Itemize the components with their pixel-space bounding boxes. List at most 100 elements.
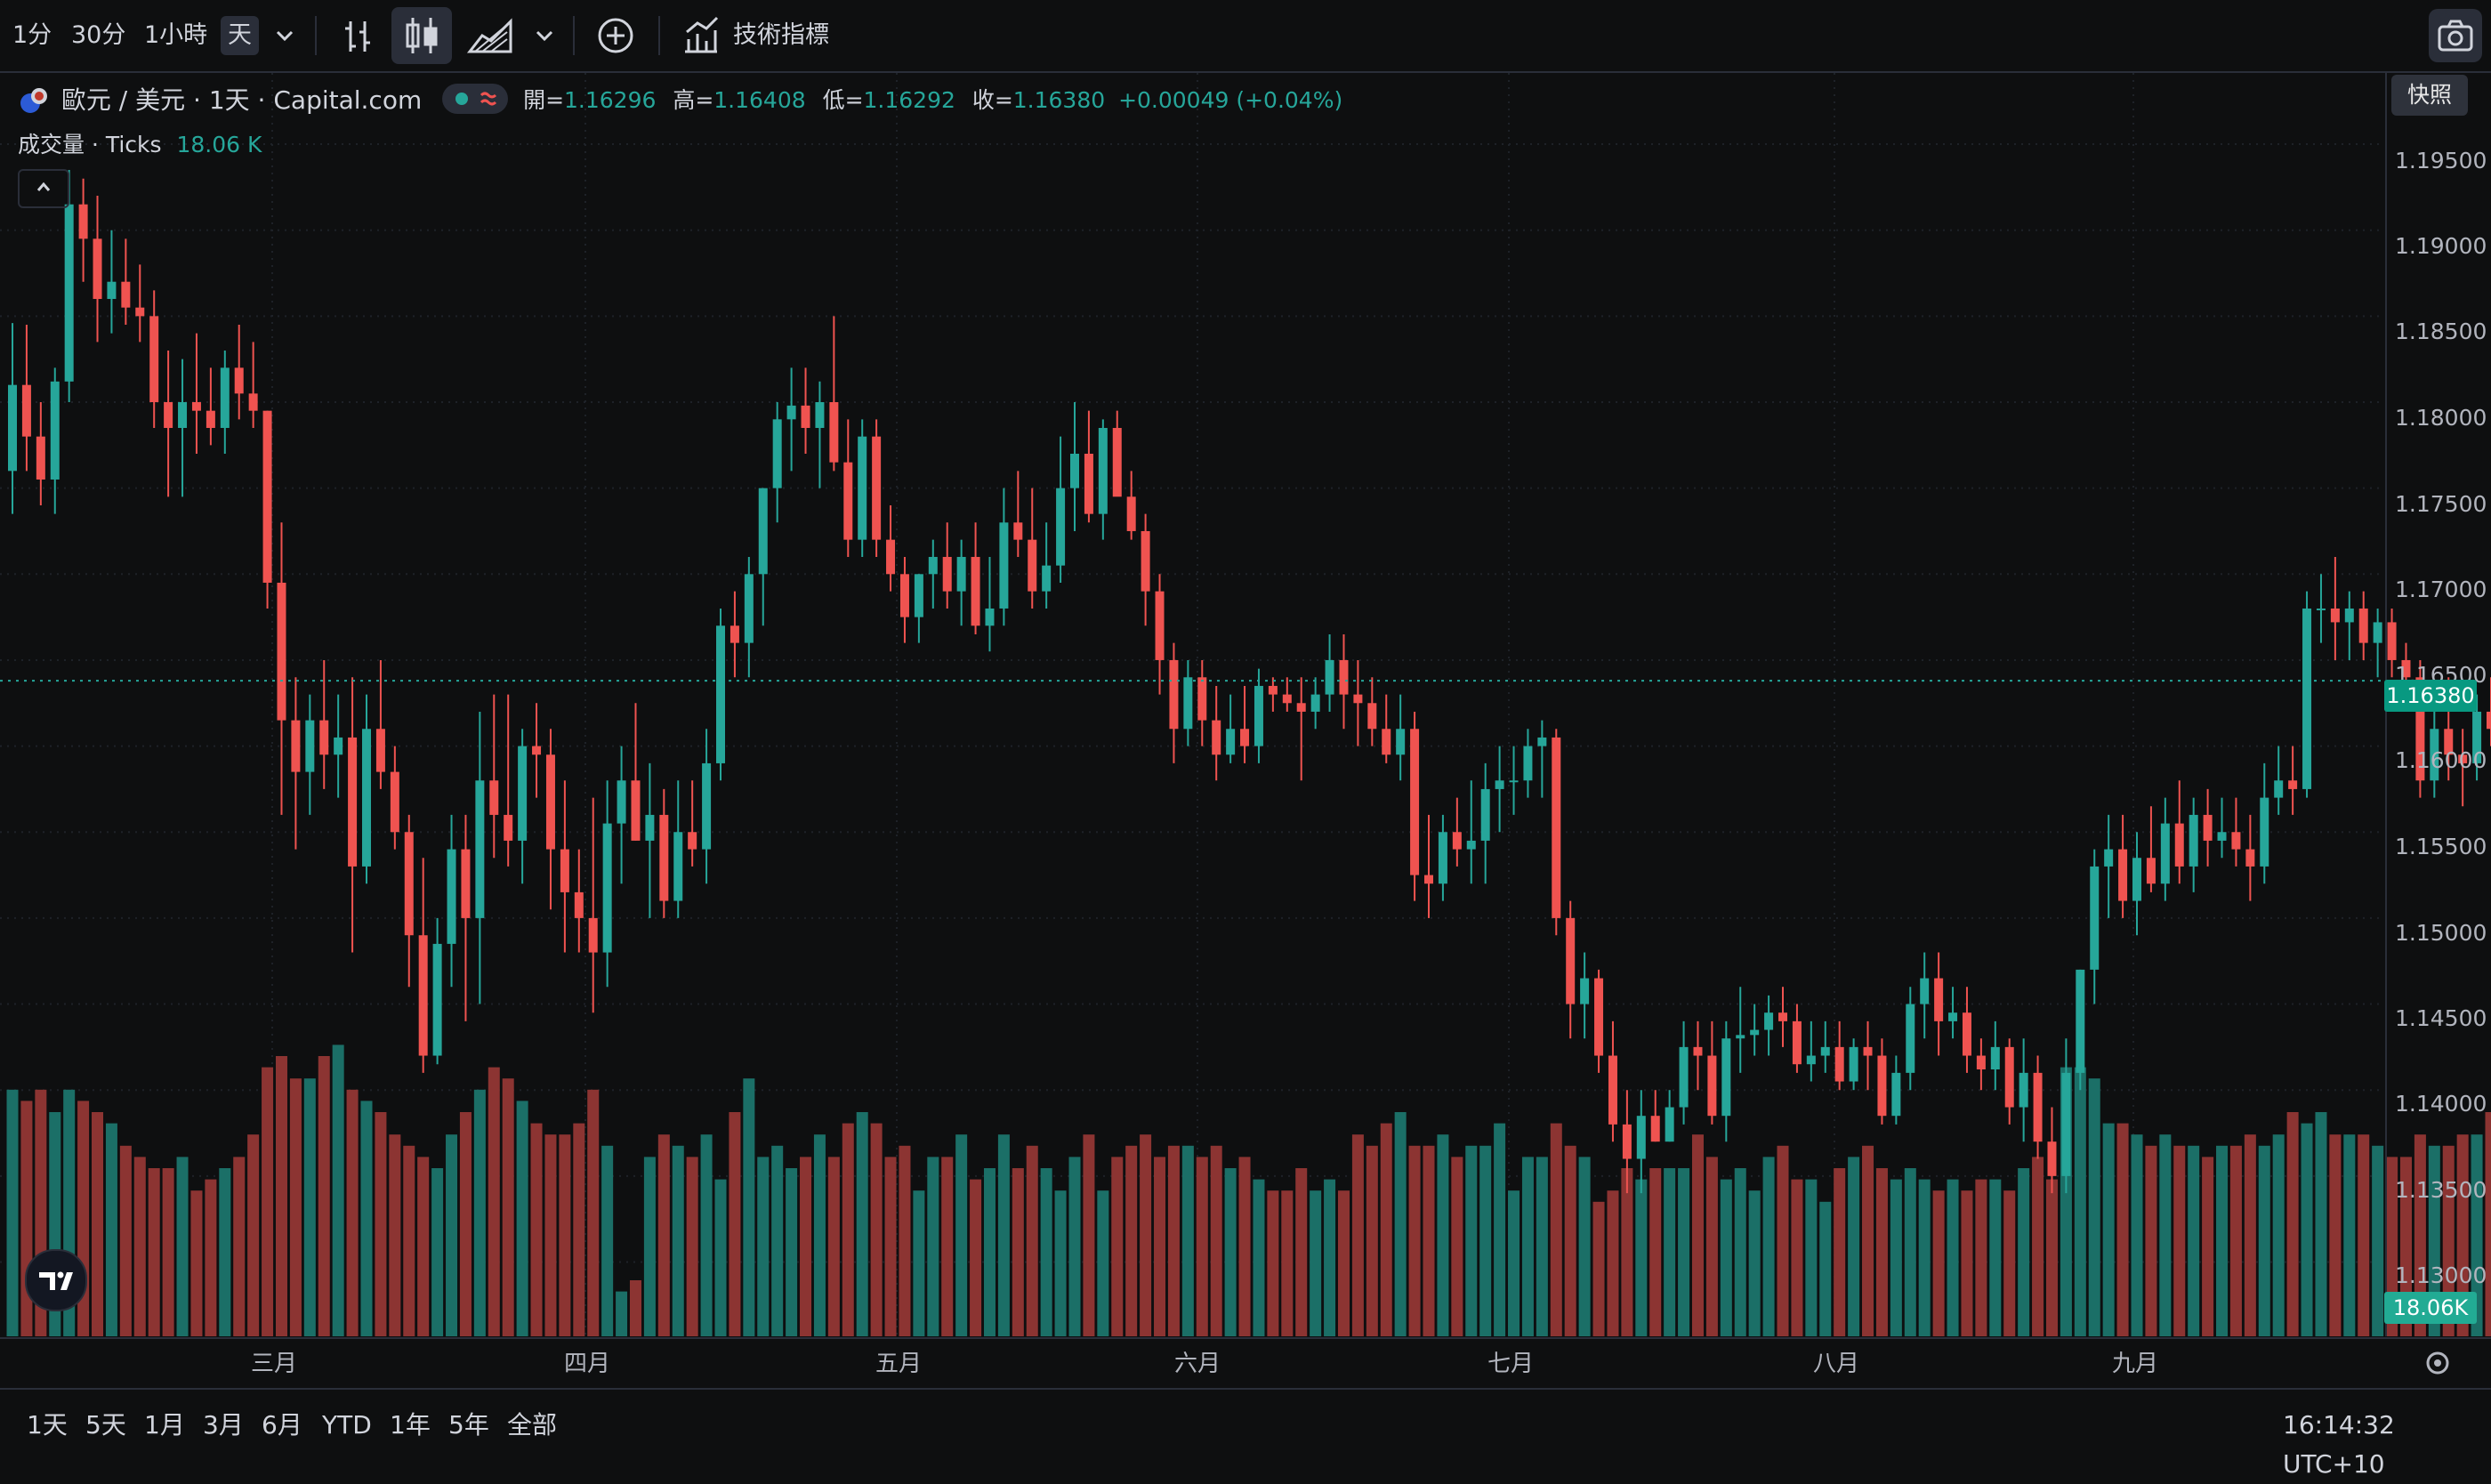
volume-bar xyxy=(1551,1124,1562,1336)
volume-bar xyxy=(2003,1190,2015,1336)
volume-bar xyxy=(177,1157,189,1336)
volume-bar xyxy=(333,1044,344,1336)
chevron-up-icon xyxy=(21,171,66,203)
range-3m-button[interactable]: 3月 xyxy=(203,1406,244,1445)
candle-body xyxy=(957,557,966,592)
volume-bar xyxy=(644,1157,656,1336)
time-tick: 八月 xyxy=(1813,1345,1859,1378)
range-6m-button[interactable]: 6月 xyxy=(262,1406,302,1445)
volume-legend: 成交量 · Ticks 18.06 K xyxy=(18,125,262,164)
candle-body xyxy=(2076,970,2084,1073)
candle-body xyxy=(433,944,442,1056)
volume-bar xyxy=(2159,1134,2171,1336)
volume-bar xyxy=(205,1180,216,1336)
tradingview-logo[interactable] xyxy=(25,1249,87,1311)
volume-bar xyxy=(729,1112,740,1336)
volume-bar xyxy=(262,1068,273,1336)
volume-bar xyxy=(347,1090,359,1336)
candle-body xyxy=(348,738,357,867)
candle-body xyxy=(1510,780,1519,782)
range-ytd-button[interactable]: YTD xyxy=(322,1406,372,1445)
volume-bar xyxy=(899,1146,910,1336)
volume-bar xyxy=(885,1157,897,1336)
candle-body xyxy=(1793,1021,1802,1064)
volume-bar xyxy=(2273,1134,2285,1336)
volume-bar xyxy=(1097,1190,1108,1336)
candle-body xyxy=(1807,1056,1816,1065)
candle-body xyxy=(178,402,187,428)
collapse-legend-button[interactable] xyxy=(18,169,69,208)
volume-bar xyxy=(1919,1180,1931,1336)
candle-body xyxy=(1850,1047,1858,1082)
range-1m-button[interactable]: 1月 xyxy=(144,1406,185,1445)
volume-bar xyxy=(2245,1134,2256,1336)
low-label: 低= xyxy=(823,87,864,113)
candle-body xyxy=(1353,695,1362,704)
candle-body xyxy=(149,316,158,402)
candle-body xyxy=(1977,1056,1986,1069)
candle-body xyxy=(1864,1047,1873,1056)
volume-bar xyxy=(587,1090,599,1336)
clock-timezone[interactable]: 16:14:32 UTC+10 xyxy=(2283,1406,2491,1445)
candle-body xyxy=(815,402,824,428)
volume-bar xyxy=(2302,1124,2313,1336)
volume-bar xyxy=(2018,1168,2029,1336)
candle-body xyxy=(1212,721,1221,755)
candle-body xyxy=(1070,454,1079,488)
volume-bar xyxy=(1706,1157,1718,1336)
market-status-pill xyxy=(442,84,508,114)
volume-bar xyxy=(701,1134,713,1336)
symbol-title[interactable]: 歐元 / 美元 · 1天 · Capital.com xyxy=(61,85,422,115)
candle-body xyxy=(1991,1047,2000,1069)
volume-bar xyxy=(786,1168,797,1336)
candle-body xyxy=(2104,850,2113,867)
volume-label[interactable]: 成交量 · Ticks xyxy=(18,132,162,157)
range-1d-button[interactable]: 1天 xyxy=(27,1406,68,1445)
volume-bar xyxy=(2089,1078,2100,1336)
price-chart[interactable] xyxy=(0,0,2491,1388)
volume-bar xyxy=(389,1134,400,1336)
volume-bar xyxy=(941,1157,953,1336)
volume-bar xyxy=(2103,1124,2115,1336)
candle-body xyxy=(1226,729,1235,754)
candle-body xyxy=(1665,1108,1674,1142)
candle-body xyxy=(1042,566,1051,592)
axis-settings-icon[interactable] xyxy=(2420,1345,2455,1381)
range-5y-button[interactable]: 5年 xyxy=(448,1406,489,1445)
volume-bar xyxy=(290,1078,302,1336)
volume-bar xyxy=(1565,1146,1576,1336)
candle-body xyxy=(475,780,484,918)
candle-body xyxy=(843,463,852,540)
candle-body xyxy=(235,367,244,393)
volume-bar xyxy=(318,1056,330,1336)
candle-body xyxy=(575,892,584,918)
price-tick: 1.15000 xyxy=(2395,920,2487,946)
price-tick: 1.17500 xyxy=(2395,491,2487,517)
volume-bar xyxy=(715,1180,727,1336)
candle-body xyxy=(1736,1035,1745,1038)
low-value: 1.16292 xyxy=(864,87,955,113)
candle-body xyxy=(1651,1116,1660,1141)
candle-body xyxy=(546,754,555,849)
candle-body xyxy=(1778,1012,1787,1021)
candle-body xyxy=(971,557,980,625)
candle-body xyxy=(107,282,116,299)
volume-bar xyxy=(601,1146,613,1336)
candle-body xyxy=(589,918,598,953)
open-value: 1.16296 xyxy=(564,87,656,113)
range-all-button[interactable]: 全部 xyxy=(507,1406,557,1445)
candle-body xyxy=(858,437,867,540)
candle-body xyxy=(135,308,144,317)
volume-bar xyxy=(1083,1134,1094,1336)
candle-body xyxy=(1481,789,1490,841)
volume-bar xyxy=(2202,1157,2213,1336)
range-1y-button[interactable]: 1年 xyxy=(390,1406,431,1445)
candle-body xyxy=(1693,1047,1702,1056)
range-5d-button[interactable]: 5天 xyxy=(85,1406,126,1445)
volume-bar xyxy=(1621,1168,1632,1336)
volume-bar xyxy=(2486,1112,2491,1336)
candle-body xyxy=(1141,531,1150,592)
candle-body xyxy=(1297,703,1306,712)
volume-bar xyxy=(417,1157,429,1336)
candle-body xyxy=(2288,780,2297,789)
